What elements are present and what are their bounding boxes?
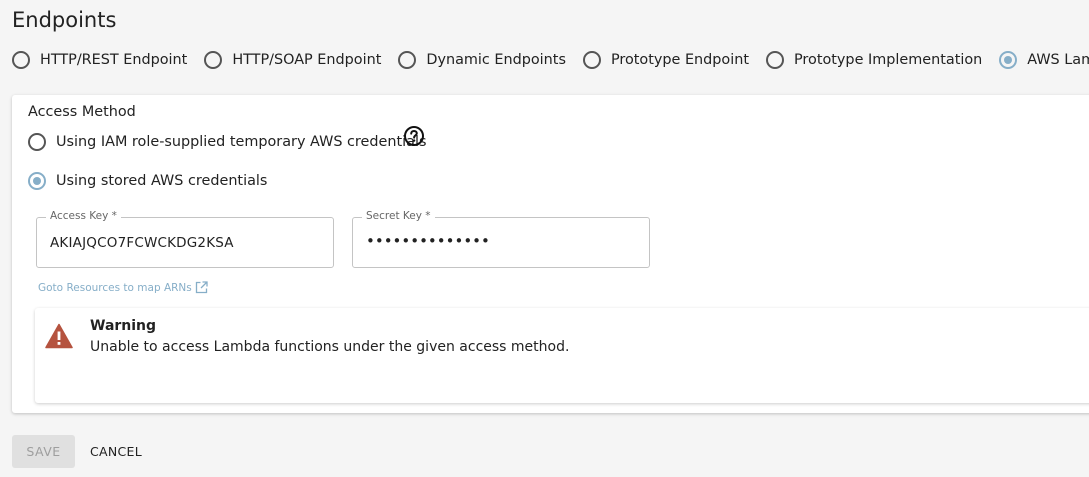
access-method-title: Access Method	[28, 104, 136, 120]
radio-stored-aws-credentials[interactable]: Using stored AWS credentials	[28, 172, 267, 190]
secret-key-label: Secret Key *	[362, 210, 435, 222]
radio-label: Using stored AWS credentials	[56, 173, 268, 189]
radio-iam-role-credentials[interactable]: Using IAM role-supplied temporary AWS cr…	[28, 133, 426, 151]
radio-label: Prototype Implementation	[794, 52, 983, 68]
radio-aws-lambda[interactable]: AWS Lambda	[999, 51, 1089, 69]
aws-lambda-settings-card: Access Method Using IAM role-supplied te…	[12, 95, 1089, 413]
save-button[interactable]: SAVE	[12, 435, 75, 468]
radio-http-rest-endpoint[interactable]: HTTP/REST Endpoint	[12, 51, 187, 69]
secret-key-value: ••••••••••••••	[366, 232, 490, 250]
cancel-button[interactable]: CANCEL	[82, 435, 150, 468]
page-title: Endpoints	[12, 8, 117, 32]
radio-circle[interactable]	[398, 51, 417, 69]
radio-label: Prototype Endpoint	[610, 52, 749, 68]
warning-title: Warning	[90, 318, 157, 334]
radio-circle[interactable]	[766, 51, 784, 69]
radio-circle[interactable]	[12, 51, 30, 69]
secret-key-field[interactable]: Secret Key * ••••••••••••••	[352, 210, 650, 268]
help-circle-icon[interactable]	[403, 125, 425, 147]
radio-circle-selected[interactable]	[999, 51, 1018, 69]
radio-prototype-implementation[interactable]: Prototype Implementation	[766, 51, 982, 69]
radio-dynamic-endpoints[interactable]: Dynamic Endpoints	[398, 51, 566, 69]
goto-resources-link[interactable]: Goto Resources to map ARNs	[38, 281, 208, 294]
access-key-value: AKIAJQCO7FCWCKDG2KSA	[50, 235, 234, 251]
radio-label: HTTP/REST Endpoint	[40, 52, 188, 68]
radio-label: HTTP/SOAP Endpoint	[232, 52, 382, 68]
open-in-new-icon	[195, 281, 208, 294]
radio-http-soap-endpoint[interactable]: HTTP/SOAP Endpoint	[204, 51, 381, 69]
radio-label: AWS Lambda	[1027, 52, 1089, 68]
warning-message: Unable to access Lambda functions under …	[90, 339, 570, 355]
radio-circle[interactable]	[582, 51, 601, 69]
endpoint-type-radio-group: HTTP/REST Endpoint HTTP/SOAP Endpoint Dy…	[12, 48, 1089, 72]
radio-prototype-endpoint[interactable]: Prototype Endpoint	[582, 51, 749, 69]
radio-label: Using IAM role-supplied temporary AWS cr…	[56, 134, 427, 150]
access-key-field[interactable]: Access Key * AKIAJQCO7FCWCKDG2KSA	[36, 210, 334, 268]
warning-triangle-icon	[45, 323, 73, 349]
radio-label: Dynamic Endpoints	[426, 52, 566, 68]
radio-circle-selected[interactable]	[28, 172, 46, 190]
access-key-label: Access Key *	[46, 210, 121, 222]
radio-circle[interactable]	[204, 51, 223, 69]
warning-alert: Warning Unable to access Lambda function…	[35, 308, 1089, 403]
radio-circle[interactable]	[28, 133, 46, 151]
goto-resources-label: Goto Resources to map ARNs	[38, 281, 192, 294]
